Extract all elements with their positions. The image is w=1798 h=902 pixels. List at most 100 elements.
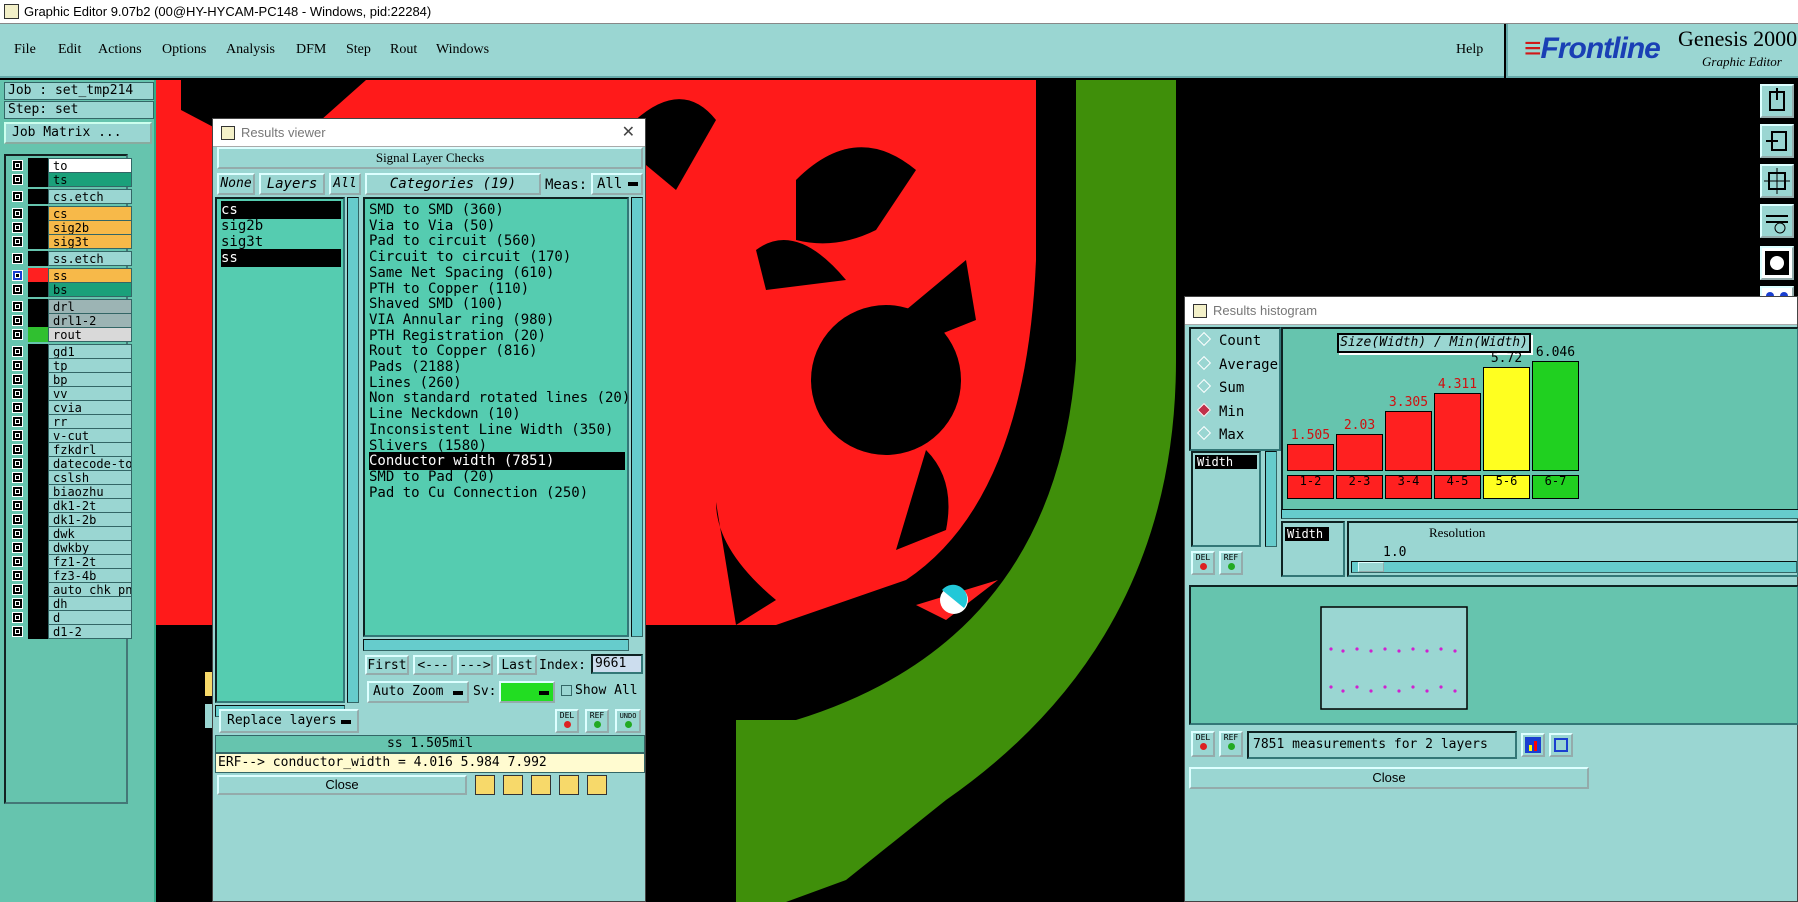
replace-layers-dropdown[interactable]: Replace layers [219, 709, 359, 733]
close-button[interactable]: Close [217, 775, 467, 795]
layer-color-swatch[interactable] [28, 206, 48, 221]
layer-color-swatch[interactable] [28, 189, 48, 204]
layer-checkbox[interactable] [12, 374, 23, 385]
layer-name[interactable]: dwk [48, 526, 132, 541]
layer-name[interactable]: dwkby [48, 540, 132, 555]
categories-button[interactable]: Categories (19) [365, 173, 541, 195]
tool-chart-icon[interactable] [475, 775, 495, 795]
layer-row-11[interactable]: rout [10, 327, 132, 342]
tool-cross-icon[interactable] [531, 775, 551, 795]
prev-button[interactable]: <--- [413, 655, 453, 675]
layer-color-swatch[interactable] [28, 624, 48, 639]
field-scrollbar[interactable] [1265, 451, 1277, 547]
layer-color-swatch[interactable] [28, 372, 48, 387]
layer-checkbox[interactable] [12, 528, 23, 539]
layer-checkbox[interactable] [12, 486, 23, 497]
layer-row-26[interactable]: dwkby [10, 540, 132, 555]
layer-name[interactable]: ss.etch [48, 251, 132, 266]
layer-checkbox[interactable] [12, 222, 23, 233]
mode-radio-sum[interactable]: Sum [1196, 378, 1244, 396]
layer-checkbox[interactable] [12, 416, 23, 427]
layer-name[interactable]: d [48, 610, 132, 625]
layer-color-swatch[interactable] [28, 526, 48, 541]
histogram-bar[interactable] [1385, 411, 1432, 471]
menu-rout[interactable]: Rout [390, 42, 417, 58]
layer-row-10[interactable]: drl1-2 [10, 313, 132, 328]
layer-checkbox[interactable] [12, 458, 23, 469]
layer-color-swatch[interactable] [28, 386, 48, 401]
tool-edit-icon[interactable] [559, 775, 579, 795]
layer-color-swatch[interactable] [28, 268, 48, 283]
layer-checkbox[interactable] [12, 208, 23, 219]
layer-color-swatch[interactable] [28, 442, 48, 457]
layer-row-20[interactable]: datecode-to [10, 456, 132, 471]
histogram-titlebar[interactable]: Results histogram [1185, 297, 1797, 325]
layer-name[interactable]: gd1 [48, 344, 132, 359]
layer-color-swatch[interactable] [28, 358, 48, 373]
layer-name[interactable]: v-cut [48, 428, 132, 443]
layer-name[interactable]: bs [48, 282, 132, 297]
layer-name[interactable]: to [48, 158, 132, 173]
layer-color-swatch[interactable] [28, 251, 48, 266]
layer-checkbox[interactable] [12, 270, 23, 281]
layer-name[interactable]: biaozhu [48, 484, 132, 499]
layer-name[interactable]: drl1-2 [48, 313, 132, 328]
layer-name[interactable]: fz1-2t [48, 554, 132, 569]
layer-row-15[interactable]: vv [10, 386, 132, 401]
category-item[interactable]: Pad to Cu Connection (250) [369, 484, 588, 502]
all-layers-button[interactable]: All [329, 173, 361, 195]
layer-color-swatch[interactable] [28, 596, 48, 611]
field2-selected[interactable]: Width [1285, 527, 1329, 541]
hist-chart-icon[interactable] [1521, 733, 1545, 757]
histogram-bar[interactable] [1287, 443, 1334, 471]
layer-row-29[interactable]: auto_chk_pn [10, 582, 132, 597]
categories-h-scrollbar[interactable] [363, 639, 629, 651]
layer-color-swatch[interactable] [28, 313, 48, 328]
layer-row-22[interactable]: biaozhu [10, 484, 132, 499]
layer-row-2[interactable]: cs.etch [10, 189, 132, 204]
show-all-checkbox[interactable] [561, 685, 572, 696]
result-layer-item[interactable]: ss [221, 249, 341, 267]
layer-color-swatch[interactable] [28, 512, 48, 527]
layer-checkbox[interactable] [12, 329, 23, 340]
layer-checkbox[interactable] [12, 430, 23, 441]
layer-checkbox[interactable] [12, 514, 23, 525]
layer-row-30[interactable]: dh [10, 596, 132, 611]
layer-checkbox[interactable] [12, 236, 23, 247]
layer-row-16[interactable]: cvia [10, 400, 132, 415]
layer-color-swatch[interactable] [28, 220, 48, 235]
mode-radio-average[interactable]: Average [1196, 355, 1278, 373]
layer-checkbox[interactable] [12, 174, 23, 185]
index-input[interactable]: 9661 [591, 654, 643, 674]
layer-row-14[interactable]: bp [10, 372, 132, 387]
layer-color-swatch[interactable] [28, 234, 48, 249]
layer-name[interactable]: rr [48, 414, 132, 429]
job-matrix-button[interactable]: Job Matrix ... [4, 122, 152, 144]
layer-row-13[interactable]: tp [10, 358, 132, 373]
menu-dfm[interactable]: DFM [296, 42, 326, 58]
histogram-close-button[interactable]: Close [1189, 767, 1589, 789]
preview-ref-button[interactable]: REF [1219, 731, 1243, 757]
layer-checkbox[interactable] [12, 160, 23, 171]
layer-row-8[interactable]: bs [10, 282, 132, 297]
layer-name[interactable]: dh [48, 596, 132, 611]
layer-name[interactable]: dk1-2b [48, 512, 132, 527]
chart-h-scrollbar[interactable] [1281, 509, 1798, 519]
layer-checkbox[interactable] [12, 191, 23, 202]
layer-row-32[interactable]: d1-2 [10, 624, 132, 639]
histogram-bar[interactable] [1483, 367, 1530, 471]
hist-ref-button[interactable]: REF [1219, 551, 1243, 575]
layer-name[interactable]: ts [48, 172, 132, 187]
layer-name[interactable]: sig3t [48, 234, 132, 249]
layer-color-swatch[interactable] [28, 610, 48, 625]
tool-box-icon[interactable] [503, 775, 523, 795]
layer-row-24[interactable]: dk1-2b [10, 512, 132, 527]
layers-button[interactable]: Layers [259, 173, 325, 195]
menu-step[interactable]: Step [346, 42, 371, 58]
menu-edit[interactable]: Edit [58, 42, 81, 58]
layer-checkbox[interactable] [12, 284, 23, 295]
resolution-slider-handle[interactable] [1358, 562, 1384, 572]
layer-row-27[interactable]: fz1-2t [10, 554, 132, 569]
layer-color-swatch[interactable] [28, 400, 48, 415]
toolbar-fit-icon[interactable] [1760, 164, 1794, 198]
